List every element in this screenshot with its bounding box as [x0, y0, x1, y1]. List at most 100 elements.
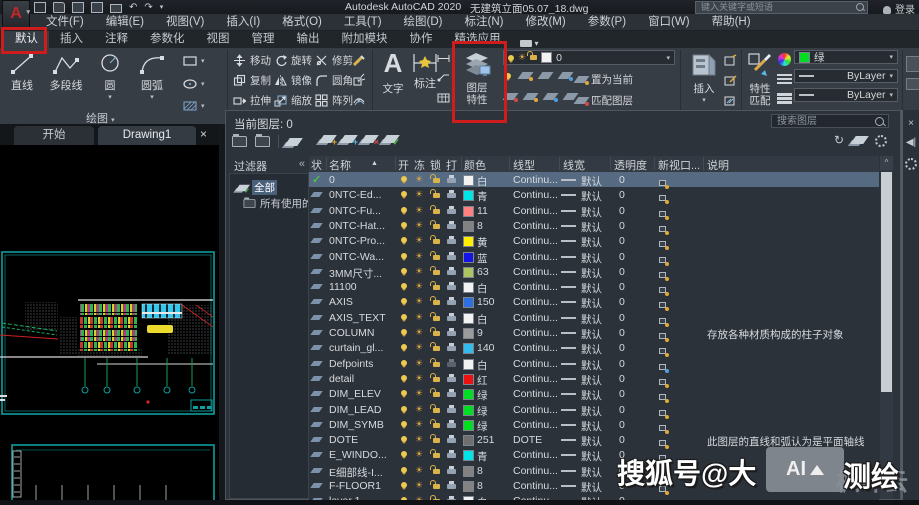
layer-lock-icon[interactable] — [433, 408, 440, 413]
menu-item-6[interactable]: 绘图(D) — [394, 14, 453, 31]
column-header-9[interactable]: 透明度 — [614, 157, 647, 173]
layer-on-icon[interactable] — [401, 298, 407, 304]
layer-freeze-icon[interactable]: ☀ — [415, 175, 423, 184]
layer-freeze-icon[interactable]: ☀ — [415, 343, 423, 352]
layer-color-swatch[interactable] — [463, 236, 474, 247]
ribbon-display-toggle[interactable]: ▾ — [520, 39, 539, 48]
insert-block-button[interactable]: 插入▾ — [686, 52, 722, 107]
layer-color-swatch[interactable] — [463, 297, 474, 308]
column-header-0[interactable]: 状 — [311, 157, 322, 173]
menu-item-3[interactable]: 插入(I) — [216, 14, 270, 31]
layer-on-icon[interactable] — [401, 268, 407, 274]
layer-linetype[interactable]: Continu... — [513, 388, 558, 400]
scroll-up-icon[interactable]: ^ — [880, 156, 893, 170]
layer-color-swatch[interactable] — [463, 450, 474, 461]
column-header-6[interactable]: 颜色 — [464, 157, 486, 173]
layer-color-swatch[interactable] — [463, 481, 474, 492]
layer-name[interactable]: 11100 — [329, 281, 357, 293]
layer-plot-icon[interactable] — [447, 209, 456, 214]
layer-transparency[interactable]: 0 — [619, 465, 625, 477]
layer-freeze-icon[interactable]: ☀ — [415, 359, 423, 368]
layer-on-icon[interactable] — [401, 421, 407, 427]
layer-color-swatch[interactable] — [463, 343, 474, 354]
linetype-list-icon[interactable] — [777, 74, 792, 76]
layer-transparency[interactable]: 0 — [619, 388, 625, 400]
layer-color-swatch[interactable] — [463, 389, 474, 400]
layer-lock-icon[interactable] — [433, 392, 440, 397]
layer-row[interactable]: AXIS_TEXT☀白Continu...默认0 — [309, 310, 879, 325]
layer-name[interactable]: F-FLOOR1 — [329, 480, 381, 492]
create-block-icon[interactable] — [724, 54, 737, 66]
layer-row[interactable]: DIM_SYMB☀绿Continu...默认0 — [309, 417, 879, 432]
layer-plot-icon[interactable] — [447, 300, 456, 305]
layer-linetype[interactable]: Continu... — [513, 465, 558, 477]
rectangle-tool[interactable]: ▾ — [183, 56, 205, 66]
layer-name[interactable]: Defpoints — [329, 358, 373, 370]
layer-freeze-icon[interactable]: ☀ — [415, 435, 423, 444]
layer-transparency[interactable]: 0 — [619, 205, 625, 217]
layer-plot-icon[interactable] — [447, 469, 456, 474]
layer-row[interactable]: 0NTC-Hat...☀8Continu...默认0 — [309, 218, 879, 233]
layer-linetype[interactable]: Continu... — [513, 251, 558, 263]
layer-lock-icon[interactable] — [433, 469, 440, 474]
layer-linetype[interactable]: Continu... — [513, 220, 558, 232]
layer-freeze-icon[interactable]: ☀ — [415, 328, 423, 337]
layer-row[interactable]: AXIS☀150Continu...默认0 — [309, 294, 879, 309]
layer-linetype[interactable]: DOTE — [513, 434, 542, 446]
layer-plot-icon[interactable] — [447, 270, 456, 275]
layer-lock-icon[interactable] — [433, 331, 440, 336]
layer-transparency[interactable]: 0 — [619, 327, 625, 339]
layer-lock-icon[interactable] — [433, 438, 440, 443]
undo-icon[interactable]: ↶ — [129, 3, 137, 13]
palette-properties-icon[interactable] — [905, 158, 917, 170]
layer-plot-icon[interactable] — [447, 316, 456, 321]
layer-lock-icon[interactable] — [433, 285, 440, 290]
layer-linetype[interactable]: Continu... — [513, 189, 558, 201]
layer-transparency[interactable]: 0 — [619, 495, 625, 500]
layer-transparency[interactable]: 0 — [619, 220, 625, 232]
line-tool[interactable]: 直线 — [4, 52, 40, 93]
layer-row[interactable]: detail☀红Continu...默认0 — [309, 371, 879, 386]
menu-item-8[interactable]: 修改(M) — [515, 14, 575, 31]
layer-transparency[interactable]: 0 — [619, 373, 625, 385]
offset-tool[interactable] — [352, 93, 365, 106]
layer-transparency[interactable]: 0 — [619, 296, 625, 308]
layer-name[interactable]: DIM_SYMB — [329, 419, 384, 431]
layer-freeze-icon[interactable]: ☀ — [415, 297, 423, 306]
layer-on-icon[interactable] — [401, 207, 407, 213]
set-current-button[interactable]: 置为当前 — [576, 72, 633, 87]
layer-plot-icon[interactable] — [447, 392, 456, 397]
layer-name[interactable]: AXIS_TEXT — [329, 312, 386, 324]
column-header-1[interactable]: 名称 — [329, 157, 351, 173]
layer-color-swatch[interactable] — [463, 267, 474, 278]
lineweight-list-icon[interactable] — [777, 93, 792, 96]
layer-linetype[interactable]: Continu... — [513, 266, 558, 278]
polyline-tool[interactable]: 多段线 — [42, 52, 90, 93]
open-file-icon[interactable] — [53, 2, 65, 13]
layer-plot-icon[interactable] — [447, 239, 456, 244]
layer-lock-icon[interactable] — [433, 453, 440, 458]
layer-plot-icon[interactable] — [447, 484, 456, 489]
layer-lock-icon[interactable] — [433, 346, 440, 351]
layer-plot-icon[interactable] — [447, 224, 456, 229]
linear-dim-icon[interactable] — [437, 54, 450, 63]
stretch-tool[interactable]: 拉伸 — [233, 93, 271, 108]
layer-plot-icon[interactable] — [447, 377, 456, 382]
column-header-7[interactable]: 线型 — [513, 157, 535, 173]
layer-lock-icon[interactable] — [433, 484, 440, 489]
layer-on-icon[interactable] — [401, 253, 407, 259]
new-layer-icon[interactable]: + — [321, 135, 334, 143]
layer-row[interactable]: ✓0☀白Continu...默认0 — [309, 172, 879, 187]
layer-lock-icon[interactable] — [433, 300, 440, 305]
layer-on-icon[interactable] — [401, 344, 407, 350]
edit-block-icon[interactable] — [724, 74, 737, 86]
layer-lock-icon[interactable] — [433, 224, 440, 229]
layer-row[interactable]: 0NTC-Wa...☀蓝Continu...默认0 — [309, 249, 879, 264]
layer-color-swatch[interactable] — [463, 252, 474, 263]
layer-freeze-icon[interactable]: ☀ — [415, 221, 423, 230]
layer-lock-icon[interactable] — [433, 255, 440, 260]
layer-color-swatch[interactable] — [463, 221, 474, 232]
layer-plot-icon[interactable] — [447, 285, 456, 290]
layer-color-swatch[interactable] — [463, 175, 474, 186]
layer-freeze-icon[interactable]: ☀ — [415, 236, 423, 245]
